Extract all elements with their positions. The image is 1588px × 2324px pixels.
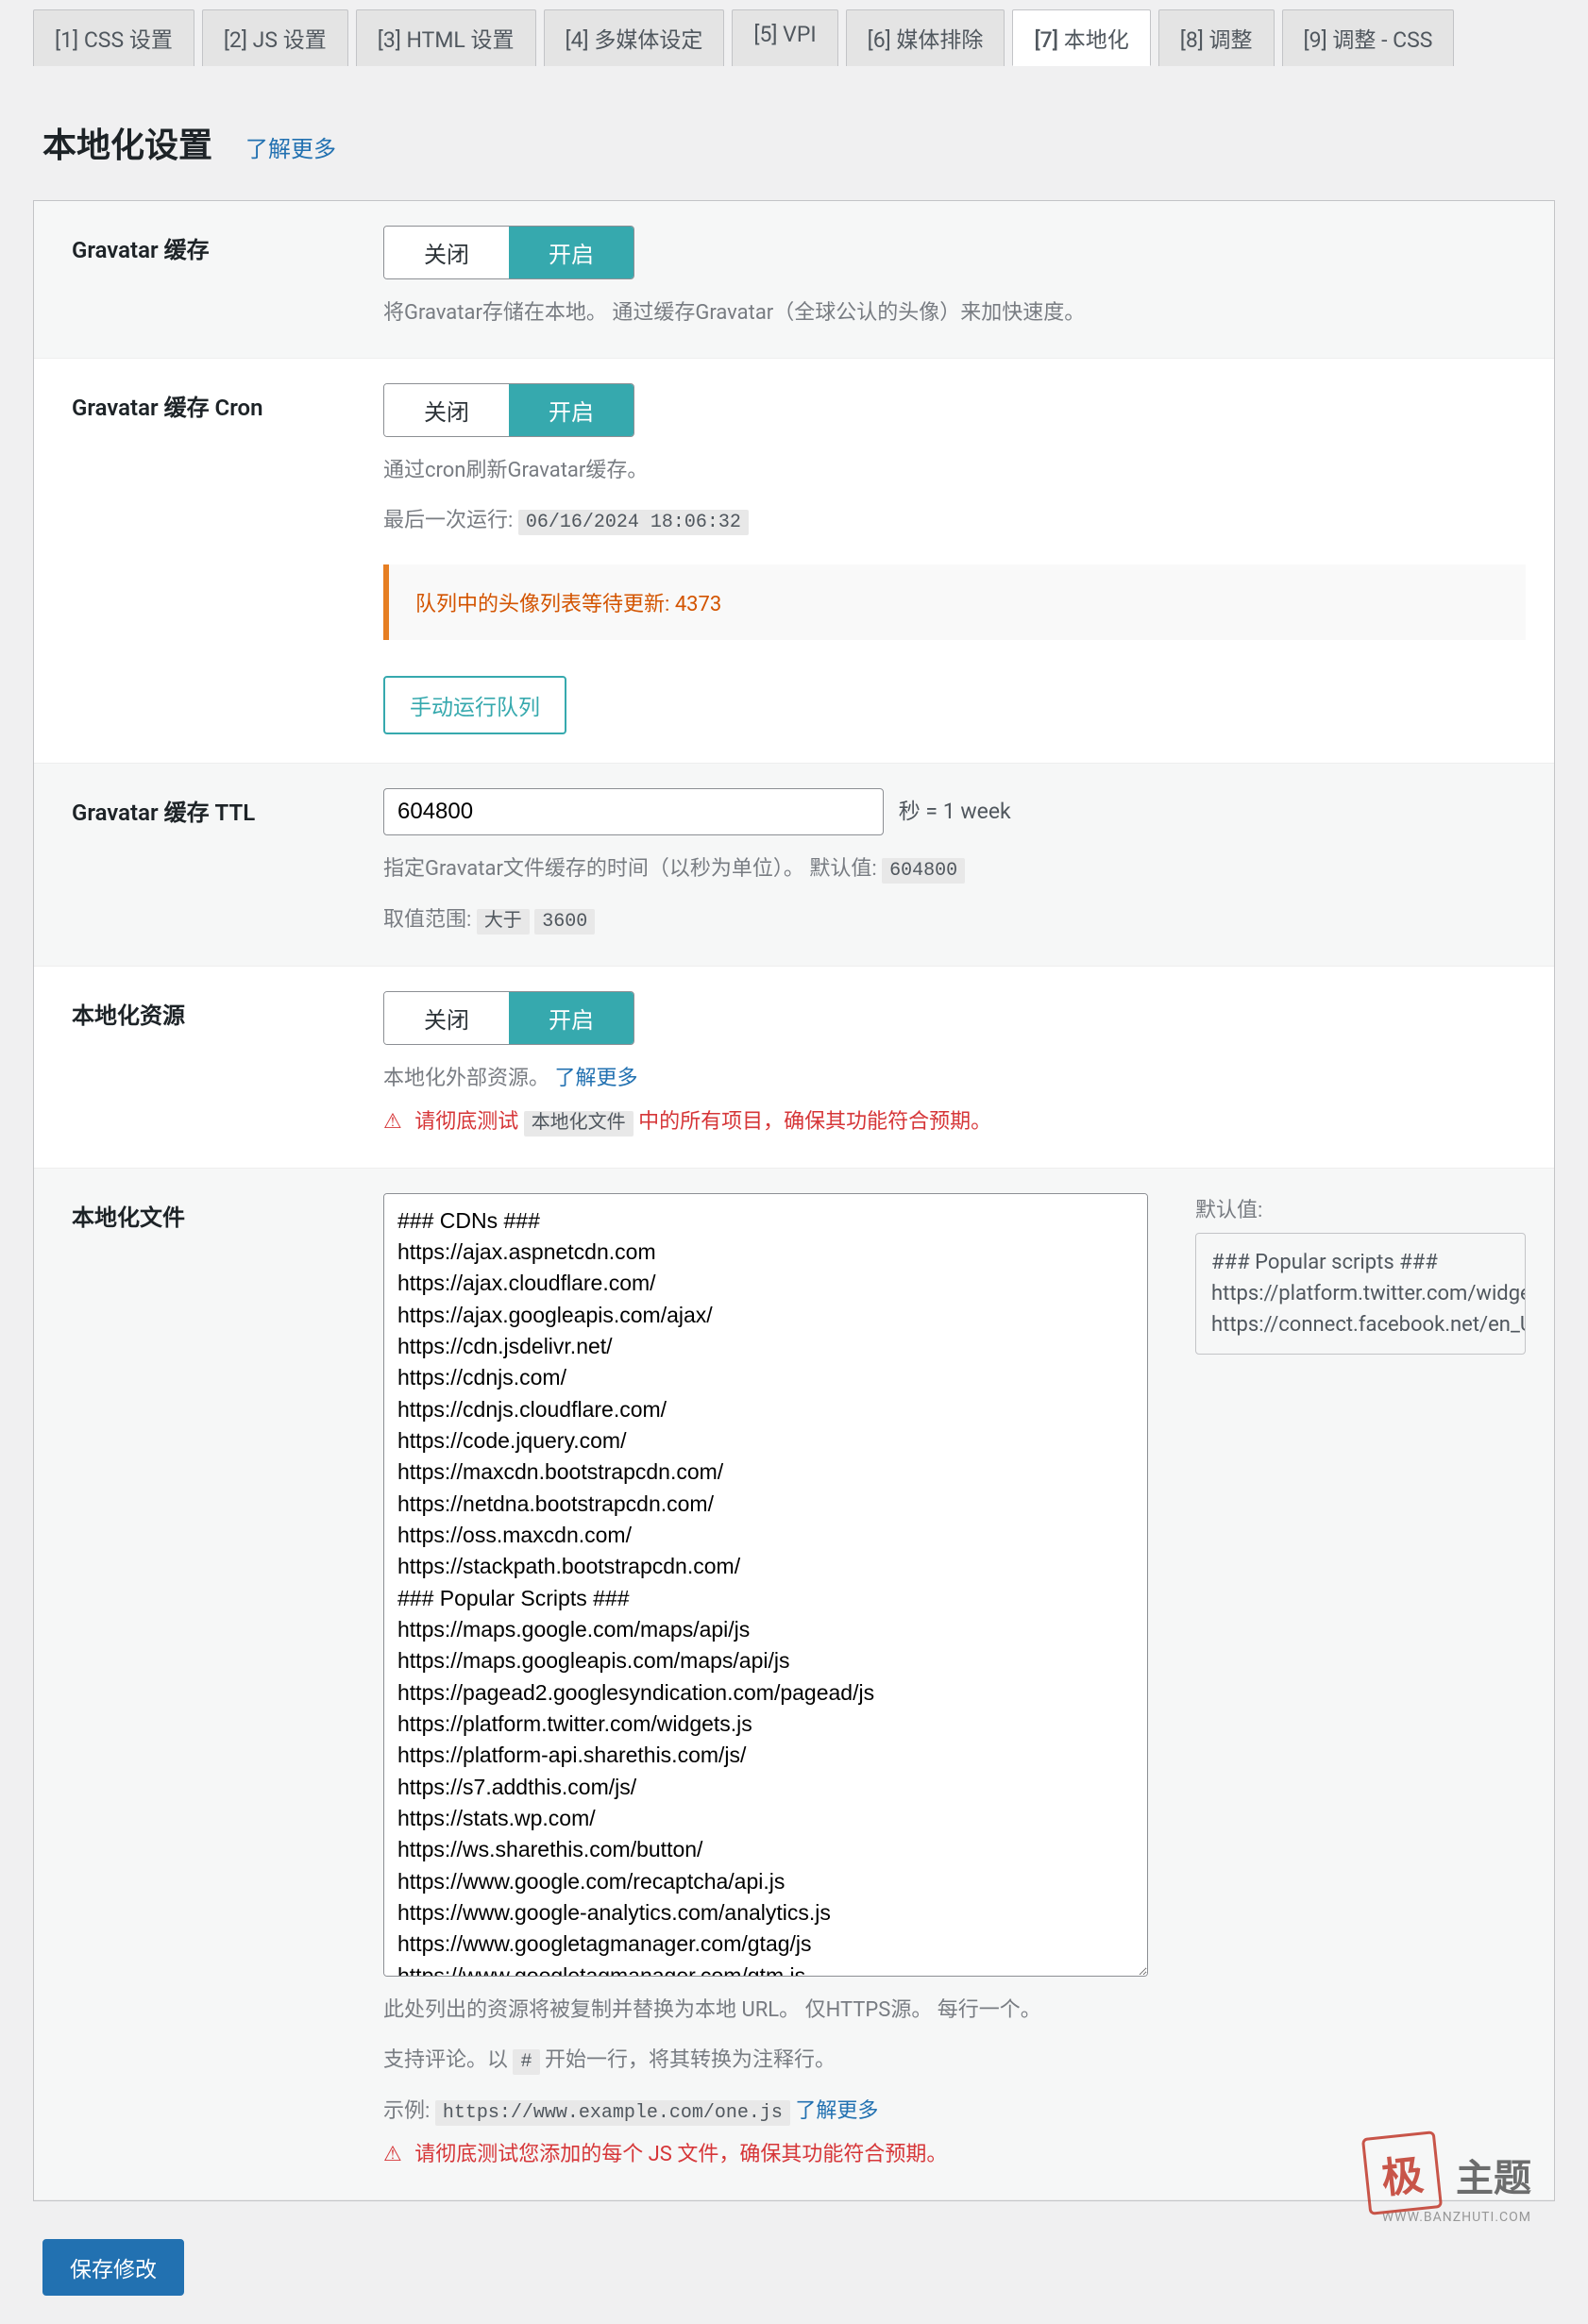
gravatar-cron-label: Gravatar 缓存 Cron (34, 359, 383, 763)
gravatar-ttl-desc: 指定Gravatar文件缓存的时间（以秒为单位）。 默认值: 604800 (383, 852, 1526, 886)
run-queue-button[interactable]: 手动运行队列 (383, 676, 566, 734)
tab-localization[interactable]: [7] 本地化 (1012, 9, 1150, 66)
local-res-on[interactable]: 开启 (509, 992, 634, 1044)
tab-js[interactable]: [2] JS 设置 (202, 9, 348, 66)
watermark-stamp: 极 (1361, 2130, 1443, 2215)
gravatar-cron-desc: 通过cron刷新Gravatar缓存。 (383, 454, 1526, 487)
gravatar-cron-lastrun: 最后一次运行: 06/16/2024 18:06:32 (383, 504, 1526, 538)
gravatar-ttl-suffix: 秒 = 1 week (899, 799, 1011, 824)
gravatar-queue-notice: 队列中的头像列表等待更新: 4373 (383, 564, 1526, 640)
default-label: 默认值: (1195, 1193, 1526, 1223)
gravatar-cron-toggle: 关闭 开启 (383, 383, 634, 437)
warning-icon: ⚠ (383, 1110, 402, 1134)
tab-tuning[interactable]: [8] 调整 (1158, 9, 1275, 66)
ttl-default-code: 604800 (882, 858, 965, 884)
gravatar-ttl-label: Gravatar 缓存 TTL (34, 764, 383, 966)
local-files-desc1: 此处列出的资源将被复制并替换为本地 URL。 仅HTTPS源。 每行一个。 (383, 1994, 1526, 2027)
local-res-warn: ⚠ 请彻底测试 本地化文件 中的所有项目，确保其功能符合预期。 (383, 1105, 1526, 1139)
learn-more-link[interactable]: 了解更多 (245, 130, 336, 163)
queue-count: 4373 (675, 593, 721, 616)
gravatar-ttl-input[interactable] (383, 788, 884, 835)
tab-media[interactable]: [4] 多媒体设定 (544, 9, 725, 66)
gravatar-cache-toggle: 关闭 开启 (383, 226, 634, 279)
local-res-desc: 本地化外部资源。 了解更多 (383, 1062, 1526, 1095)
gravatar-cache-off[interactable]: 关闭 (384, 227, 509, 278)
tab-vpi[interactable]: [5] VPI (732, 9, 837, 66)
gravatar-cron-on[interactable]: 开启 (509, 384, 634, 436)
watermark: 极 主题 WWW.BANZHUTI.COM (1365, 2134, 1531, 2225)
local-files-textarea[interactable]: ### CDNs ### https://ajax.aspnetcdn.com … (383, 1193, 1148, 1977)
gravatar-cache-label: Gravatar 缓存 (34, 201, 383, 358)
tab-tuning-css[interactable]: [9] 调整 - CSS (1282, 9, 1455, 66)
settings-tabs: [1] CSS 设置 [2] JS 设置 [3] HTML 设置 [4] 多媒体… (33, 0, 1555, 66)
gravatar-cache-desc: 将Gravatar存储在本地。 通过缓存Gravatar（全球公认的头像）来加快… (383, 296, 1526, 329)
last-run-value: 06/16/2024 18:06:32 (518, 510, 749, 535)
local-files-label: 本地化文件 (34, 1169, 383, 2199)
tab-media-excludes[interactable]: [6] 媒体排除 (846, 9, 1005, 66)
local-files-warn: ⚠ 请彻底测试您添加的每个 JS 文件，确保其功能符合预期。 (383, 2138, 1526, 2171)
gravatar-cron-off[interactable]: 关闭 (384, 384, 509, 436)
gravatar-cache-on[interactable]: 开启 (509, 227, 634, 278)
local-res-learn-more[interactable]: 了解更多 (554, 1067, 637, 1090)
local-res-label: 本地化资源 (34, 967, 383, 1167)
tab-css[interactable]: [1] CSS 设置 (33, 9, 194, 66)
warning-icon: ⚠ (383, 2143, 402, 2166)
save-button[interactable]: 保存修改 (42, 2239, 184, 2296)
watermark-text: 主题 (1456, 2157, 1531, 2199)
default-values-box: ### Popular scripts ### https://platform… (1195, 1233, 1526, 1355)
local-files-learn-more[interactable]: 了解更多 (795, 2099, 878, 2123)
local-files-example: 示例: https://www.example.com/one.js 了解更多 (383, 2095, 1526, 2129)
tab-html[interactable]: [3] HTML 设置 (356, 9, 536, 66)
local-files-desc2: 支持评论。以 # 开始一行，将其转换为注释行。 (383, 2044, 1526, 2078)
local-res-off[interactable]: 关闭 (384, 992, 509, 1044)
local-res-toggle: 关闭 开启 (383, 991, 634, 1045)
gravatar-ttl-range: 取值范围: 大于 3600 (383, 903, 1526, 937)
page-title: 本地化设置 (42, 118, 212, 167)
